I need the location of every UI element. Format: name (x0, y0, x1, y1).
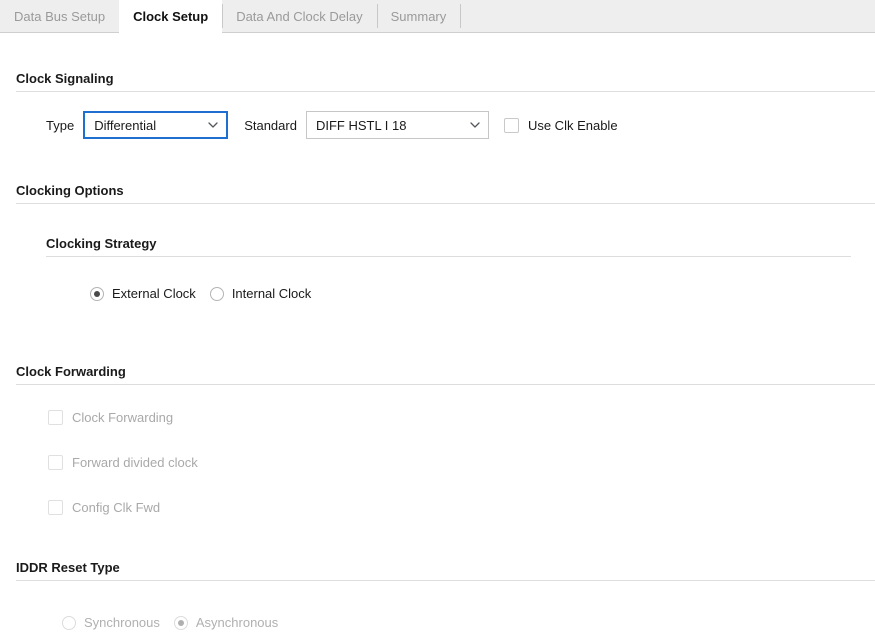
checkbox-config-clk-fwd[interactable]: Config Clk Fwd (48, 500, 160, 515)
type-select[interactable]: Differential (83, 111, 229, 139)
radio-label: External Clock (112, 286, 196, 301)
checkbox-box (503, 117, 519, 133)
tab-label: Clock Setup (133, 8, 209, 24)
section-title-clock-forwarding: Clock Forwarding (16, 364, 126, 379)
chevron-down-icon (470, 120, 480, 129)
section-title-clocking-strategy: Clocking Strategy (46, 236, 157, 251)
tab-data-bus-setup[interactable]: Data Bus Setup (0, 0, 120, 32)
section-rule-clock-forwarding (16, 384, 875, 385)
radio-dot (62, 615, 76, 630)
checkbox-box (48, 410, 63, 425)
tab-summary[interactable]: Summary (376, 0, 461, 32)
use-clk-enable-checkbox[interactable]: Use Clk Enable (503, 117, 618, 133)
chevron-down-icon (208, 120, 218, 129)
type-select-value: Differential (94, 117, 157, 133)
tab-label: Data Bus Setup (14, 8, 106, 24)
checkbox-forward-divided-clock[interactable]: Forward divided clock (48, 455, 198, 470)
checkbox-label: Config Clk Fwd (72, 500, 161, 515)
radio-dot (209, 286, 224, 301)
radio-external-clock[interactable]: External Clock (90, 286, 196, 301)
clocking-strategy-radio-group: External Clock Internal Clock (90, 286, 311, 301)
clock-signaling-row: Type Differential Standard DIFF HSTL I 1… (46, 111, 618, 139)
radio-label: Synchronous (84, 615, 160, 630)
radio-label: Internal Clock (231, 286, 312, 301)
iddr-reset-type-radio-group: Synchronous Asynchronous (62, 615, 278, 630)
section-rule-clocking-options (16, 203, 875, 204)
checkbox-clock-forwarding[interactable]: Clock Forwarding (48, 410, 173, 425)
radio-synchronous[interactable]: Synchronous (62, 615, 160, 630)
section-title-clocking-options: Clocking Options (16, 183, 124, 198)
tab-clock-setup[interactable]: Clock Setup (119, 0, 223, 33)
section-title-clock-signaling: Clock Signaling (16, 71, 114, 86)
clock-setup-panel: Clock Signaling Type Differential Standa… (0, 33, 875, 644)
radio-asynchronous[interactable]: Asynchronous (173, 615, 279, 630)
use-clk-enable-label: Use Clk Enable (527, 117, 618, 133)
section-rule-clock-signaling (16, 91, 875, 92)
checkbox-box (48, 500, 63, 515)
section-title-iddr-reset-type: IDDR Reset Type (16, 560, 120, 575)
standard-select[interactable]: DIFF HSTL I 18 (305, 111, 489, 139)
radio-dot (173, 615, 188, 630)
tab-bar-filler (460, 0, 875, 32)
tab-data-and-clock-delay[interactable]: Data And Clock Delay (222, 0, 377, 32)
checkbox-label: Forward divided clock (72, 455, 198, 470)
tab-label: Summary (390, 8, 447, 24)
checkbox-label: Clock Forwarding (72, 410, 174, 425)
standard-select-value: DIFF HSTL I 18 (315, 117, 407, 133)
tab-bar: Data Bus Setup Clock Setup Data And Cloc… (0, 0, 875, 33)
section-rule-iddr-reset-type (16, 580, 875, 581)
radio-dot (90, 286, 104, 301)
standard-label: Standard (244, 117, 297, 133)
tab-label: Data And Clock Delay (236, 8, 363, 24)
section-rule-clocking-strategy (46, 256, 851, 257)
type-label: Type (46, 117, 75, 133)
radio-internal-clock[interactable]: Internal Clock (209, 286, 312, 301)
radio-label: Asynchronous (195, 615, 279, 630)
checkbox-box (48, 455, 63, 470)
